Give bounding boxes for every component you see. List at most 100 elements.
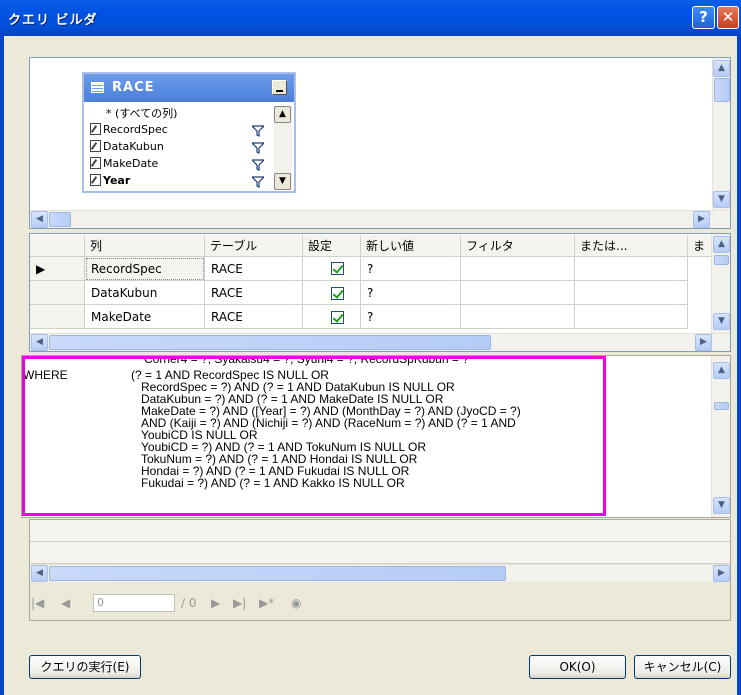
table-name: RACE — [112, 80, 155, 95]
scroll-down-icon[interactable]: ▼ — [713, 313, 730, 330]
sql-vscroll[interactable]: ▲ ▼ — [711, 356, 730, 517]
table-row-or-cell[interactable] — [575, 257, 688, 281]
scroll-down-icon[interactable]: ▼ — [713, 191, 730, 208]
scroll-left-icon[interactable]: ◀ — [31, 565, 48, 582]
column-recordspec[interactable]: RecordSpec — [90, 121, 168, 138]
scroll-up-icon[interactable]: ▲ — [713, 236, 730, 253]
scroll-down-icon[interactable]: ▼ — [274, 173, 291, 190]
row-selector[interactable] — [30, 281, 85, 305]
grid-vscroll[interactable]: ▲ ▼ — [711, 234, 730, 333]
highlight-box — [22, 356, 606, 516]
column-label: MakeDate — [103, 157, 159, 170]
scroll-left-icon[interactable]: ◀ — [31, 334, 48, 351]
output-checkbox[interactable] — [331, 287, 344, 300]
table-row-value-cell[interactable]: ? — [361, 281, 461, 305]
stop-icon[interactable]: ◉ — [291, 596, 301, 610]
row-selector[interactable] — [30, 305, 85, 329]
grid-header-new-value[interactable]: 新しい値 — [361, 235, 461, 257]
scroll-up-icon[interactable]: ▲ — [713, 60, 730, 77]
filter-icon — [252, 125, 264, 137]
pencil-icon — [90, 157, 101, 169]
close-button[interactable]: ✕ — [717, 6, 739, 29]
column-all[interactable]: * (すべての列) — [106, 105, 177, 122]
next-record-icon[interactable]: ▶ — [211, 596, 220, 610]
grid-vscroll-thumb[interactable] — [714, 255, 729, 265]
grid-hscroll-thumb[interactable] — [49, 335, 491, 350]
first-record-icon[interactable]: |◀ — [31, 596, 44, 610]
previous-record-icon[interactable]: ◀ — [61, 596, 70, 610]
close-icon: ✕ — [721, 8, 735, 26]
grid-hscroll[interactable]: ◀ ▶ — [30, 333, 730, 351]
sql-vscroll-thumb[interactable] — [714, 402, 729, 410]
column-year[interactable]: Year — [90, 172, 130, 189]
table-box-vscroll[interactable]: ▲ ▼ — [274, 106, 292, 190]
output-checkbox[interactable] — [331, 311, 344, 324]
results-header-row — [30, 520, 730, 542]
output-checkbox[interactable] — [331, 262, 344, 275]
help-button[interactable]: ? — [692, 6, 715, 29]
grid-row-header-corner — [30, 235, 85, 257]
scroll-up-icon[interactable]: ▲ — [274, 106, 291, 123]
scroll-left-icon[interactable]: ◀ — [31, 211, 48, 228]
grid-header-table[interactable]: テーブル — [205, 235, 303, 257]
table-row-table-cell[interactable]: RACE — [205, 281, 303, 305]
table-row-column-cell[interactable]: MakeDate — [85, 305, 205, 329]
results-empty-row — [30, 542, 730, 564]
grid-header-output[interactable]: 設定 — [303, 235, 361, 257]
grid-header-column[interactable]: 列 — [85, 235, 205, 257]
window-title: クエリ ビルダ — [8, 13, 98, 28]
column-label: * (すべての列) — [106, 107, 178, 120]
diagram-vscroll-thumb[interactable] — [714, 78, 730, 102]
filter-icon — [252, 142, 264, 154]
table-row-value-cell[interactable]: ? — [361, 257, 461, 281]
window-frame-left — [0, 36, 4, 695]
ok-button[interactable]: OK(O) — [529, 655, 626, 679]
scroll-down-icon[interactable]: ▼ — [713, 497, 730, 514]
table-row-column-cell[interactable]: DataKubun — [85, 281, 205, 305]
grid-header-or-2[interactable]: また — [688, 235, 712, 257]
column-datakubun[interactable]: DataKubun — [90, 138, 164, 155]
scroll-up-icon[interactable]: ▲ — [713, 362, 730, 379]
diagram-vscroll[interactable]: ▲ ▼ — [712, 58, 730, 210]
scroll-right-icon[interactable]: ▶ — [693, 211, 710, 228]
record-navigator: |◀ ◀ 0 / 0 ▶ ▶| ▶* ◉ — [23, 588, 733, 620]
results-hscroll[interactable]: ◀ ▶ — [30, 564, 730, 582]
grid-header-or[interactable]: または... — [575, 235, 688, 257]
grid-header-filter[interactable]: フィルタ — [461, 235, 575, 257]
filter-icon — [252, 159, 264, 171]
table-row-table-cell[interactable]: RACE — [205, 305, 303, 329]
new-record-icon[interactable]: ▶* — [259, 596, 274, 610]
table-row-filter-cell[interactable] — [461, 305, 575, 329]
row-selector[interactable]: ▶ — [30, 257, 85, 281]
table-row-column-cell[interactable]: RecordSpec — [85, 257, 205, 281]
scroll-right-icon[interactable]: ▶ — [713, 565, 730, 582]
table-icon — [91, 82, 104, 93]
window-frame-right — [737, 36, 741, 695]
last-record-icon[interactable]: ▶| — [233, 596, 246, 610]
column-label: RecordSpec — [103, 123, 168, 136]
column-label: DataKubun — [103, 140, 164, 153]
help-icon: ? — [699, 8, 708, 26]
minimize-icon[interactable] — [272, 80, 287, 95]
table-row-filter-cell[interactable] — [461, 281, 575, 305]
title-bar: クエリ ビルダ ? ✕ — [0, 0, 741, 36]
record-position-input[interactable]: 0 — [93, 594, 175, 612]
filter-icon — [252, 176, 264, 188]
execute-query-button[interactable]: クエリの実行(E) — [29, 655, 141, 679]
table-box-header[interactable]: RACE — [84, 74, 294, 102]
diagram-hscroll-thumb[interactable] — [49, 212, 71, 227]
column-label: Year — [103, 174, 131, 187]
pencil-icon — [90, 123, 101, 135]
table-row-value-cell[interactable]: ? — [361, 305, 461, 329]
table-row-or-cell[interactable] — [575, 305, 688, 329]
pencil-icon — [90, 174, 101, 186]
results-hscroll-thumb[interactable] — [49, 566, 506, 581]
scroll-right-icon[interactable]: ▶ — [695, 334, 712, 351]
table-row-filter-cell[interactable] — [461, 257, 575, 281]
diagram-hscroll[interactable]: ◀ ▶ — [30, 210, 730, 228]
table-row-table-cell[interactable]: RACE — [205, 257, 303, 281]
table-row-or-cell[interactable] — [575, 281, 688, 305]
column-makedate[interactable]: MakeDate — [90, 155, 158, 172]
cancel-button[interactable]: キャンセル(C) — [634, 655, 731, 679]
table-box-race[interactable]: RACE * (すべての列) RecordSpec DataKubun Make… — [82, 72, 296, 193]
